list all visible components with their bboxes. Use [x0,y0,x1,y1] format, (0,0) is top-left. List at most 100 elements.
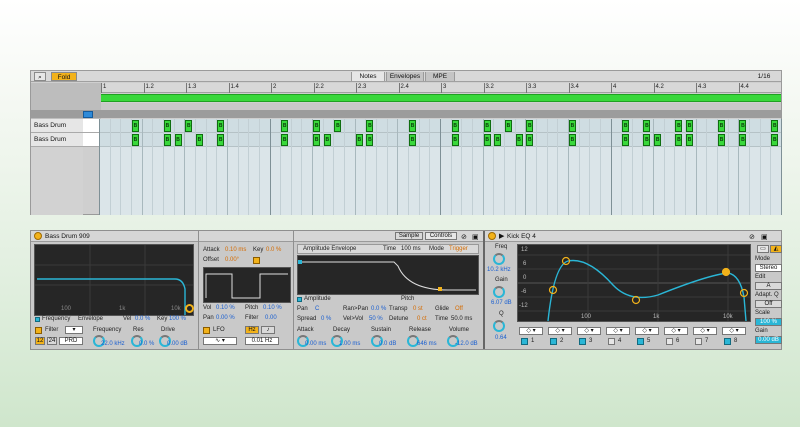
midi-note[interactable]: B [515,134,523,146]
midi-note[interactable]: B [526,120,534,132]
eq-freq-value[interactable]: 10.2 kHz [487,267,511,273]
midi-note[interactable]: B [568,134,576,146]
eq-band-toggle[interactable] [695,338,702,345]
midi-note[interactable]: B [718,134,726,146]
eq-band-toggle[interactable] [550,338,557,345]
key-value[interactable]: 0.0 % [266,247,281,253]
device-power-button[interactable] [34,232,42,240]
eq-band-filter-select[interactable]: ◇ ▾ [722,327,746,335]
midi-note[interactable]: B [622,134,630,146]
tab-mpe[interactable]: MPE [425,72,455,81]
drive-value[interactable]: 0.00 dB [167,341,188,347]
hot-swap-icon[interactable]: ⊘ [461,232,467,243]
eq-gain-value[interactable]: 6.07 dB [491,300,512,306]
midi-note[interactable]: B [771,134,779,146]
eq-band-toggle[interactable] [521,338,528,345]
zoom-icon[interactable]: ⌕ [34,72,46,81]
midi-note[interactable]: B [718,120,726,132]
lane-key[interactable] [83,119,99,133]
eq-output-gain-value[interactable]: 0.00 dB [755,336,782,344]
midi-note[interactable]: B [217,134,225,146]
midi-note[interactable]: B [195,134,203,146]
midi-note[interactable]: B [281,120,289,132]
eq-band-toggle[interactable] [666,338,673,345]
midi-note[interactable]: B [355,134,363,146]
loop-brace[interactable] [101,94,781,102]
scrub-area[interactable] [31,110,781,118]
ranpan-value[interactable]: 0.0 % [371,306,386,312]
midi-note[interactable]: B [323,134,331,146]
eq-q-value[interactable]: 0.64 [495,335,507,341]
midi-note[interactable]: B [409,134,417,146]
knob-value[interactable]: 1.00 ms [339,341,360,347]
knob-value[interactable]: 0.0 dB [379,341,396,347]
lfo-toggle[interactable] [203,327,210,334]
midi-note[interactable]: B [483,120,491,132]
eq-band-toggle[interactable] [579,338,586,345]
midi-note[interactable]: B [622,120,630,132]
midi-note[interactable]: B [675,120,683,132]
save-preset-icon[interactable]: ▣ [761,232,768,243]
midi-note[interactable]: B [686,120,694,132]
eq-band-toggle[interactable] [608,338,615,345]
midi-note[interactable]: B [163,134,171,146]
midi-note[interactable]: B [568,120,576,132]
eq-band-filter-select[interactable]: ◇ ▾ [693,327,717,335]
eq-freq-knob[interactable] [493,253,505,265]
filter-shape-select[interactable]: ▾ [65,326,83,334]
midi-note[interactable]: B [366,134,374,146]
eq-band-filter-select[interactable]: ◇ ▾ [577,327,601,335]
eq-display[interactable] [517,244,751,322]
eq-band-toggle[interactable] [724,338,731,345]
filter-display[interactable] [34,244,194,316]
eq-q-knob[interactable] [493,320,505,332]
spread-value[interactable]: 0 % [321,316,331,322]
pan-value[interactable]: 0.00 % [216,315,235,321]
midi-note[interactable]: B [771,120,779,132]
midi-note[interactable]: B [313,134,321,146]
beat-ruler[interactable]: 1 1.2 1.3 1.4 2 2.2 2.3 2.4 3 3.2 3.3 3.4 4 4.2 4.3 4.4 [101,83,781,93]
eq-audition-icon[interactable]: ◭ [770,245,782,253]
knob-value[interactable]: 0.00 ms [305,341,326,347]
eq-gain-knob[interactable] [493,286,505,298]
filter-toggle[interactable] [35,327,42,334]
vol-value[interactable]: 0.10 % [216,305,235,311]
filter-mod-knob[interactable] [185,304,194,313]
knob-value[interactable]: 646 ms [417,341,437,347]
eq-band-filter-select[interactable]: ◇ ▾ [635,327,659,335]
pan-value[interactable]: C [315,306,319,312]
tab-notes[interactable]: Notes [351,72,385,81]
lane-name[interactable]: Bass Drum [31,133,83,147]
lane-name[interactable]: Bass Drum [31,119,83,133]
res-value[interactable]: 0.0 % [139,341,154,347]
midi-note[interactable]: B [217,120,225,132]
amplitude-legend-swatch[interactable] [297,297,302,302]
eq-edit-button[interactable]: A [755,282,782,290]
eq-band-filter-select[interactable]: ◇ ▾ [606,327,630,335]
midi-note[interactable]: B [504,120,512,132]
midi-note[interactable]: B [643,134,651,146]
midi-note[interactable]: B [131,134,139,146]
midi-note[interactable]: B [739,134,747,146]
midi-note[interactable]: B [281,134,289,146]
lfo-display[interactable] [203,267,291,303]
midi-note[interactable]: B [451,134,459,146]
save-preset-icon[interactable]: ▣ [472,232,479,243]
slope-24-button[interactable]: 24 [47,337,57,345]
filter-mod-value[interactable]: 0.00 [265,315,277,321]
eq-mode-select[interactable]: Stereo [755,264,782,272]
offset-value[interactable]: 0.00° [225,257,239,263]
glide-value[interactable]: Off [455,306,463,312]
midi-note[interactable]: B [483,134,491,146]
playhead-key-marker[interactable] [83,111,93,118]
note-sync-button[interactable]: ♪ [261,326,275,334]
midi-note[interactable]: B [451,120,459,132]
midi-note[interactable]: B [366,120,374,132]
eq-adapt-toggle[interactable]: Off [755,300,782,308]
eq-band-filter-select[interactable]: ◇ ▾ [519,327,543,335]
controls-tab[interactable]: Controls [425,232,457,240]
grid-size-label[interactable]: 1/16 [749,72,779,81]
midi-note[interactable]: B [526,134,534,146]
midi-note[interactable]: B [185,120,193,132]
hz-button[interactable]: Hz [245,326,259,334]
